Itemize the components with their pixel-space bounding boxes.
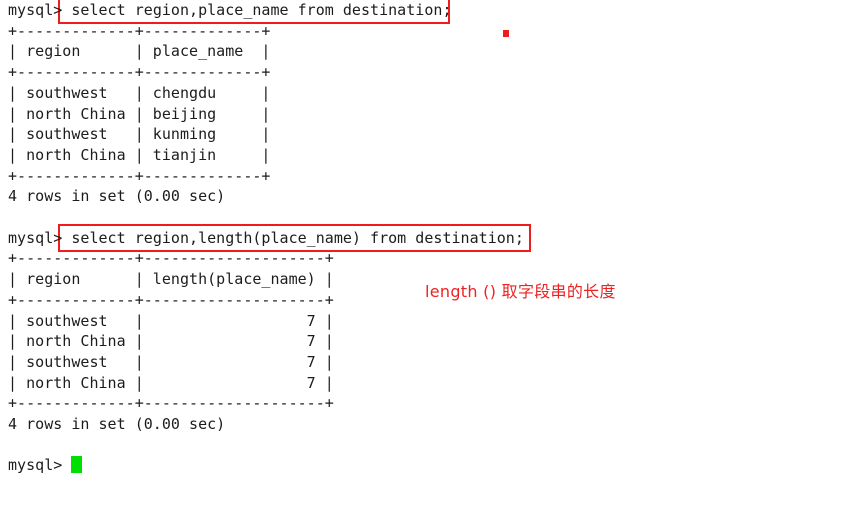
table-row: | southwest | 7 | [8,311,334,330]
terminal-prompt-line-2: mysql> select region,length(place_name) … [0,223,855,252]
table-row: | north China | 7 | [8,332,334,351]
text-cursor [71,456,83,474]
terminal-prompt-line-1: mysql> select region,place_name from des… [0,0,855,24]
table-row: | southwest | kunming | [8,125,271,144]
table-row: | north China | beijing | [8,104,271,123]
result-status-line: 4 rows in set (0.00 sec) [8,415,226,434]
prompt-symbol-3: mysql> [8,456,72,475]
table-row: | southwest | 7 | [8,352,334,371]
table-row: | north China | 7 | [8,373,334,392]
table-row: | north China | tianjin | [8,145,271,164]
red-dot-marker [503,30,509,37]
table-separator: +-------------+-------------+ [8,63,271,82]
prompt-symbol-2: mysql> [8,228,72,247]
prompt-symbol-1: mysql> [8,1,72,19]
table-row: | southwest | chengdu | [8,83,271,102]
table-separator: +-------------+--------------------+ [8,394,334,413]
table-separator: +-------------+-------------+ [8,21,271,40]
table-separator: +-------------+--------------------+ [8,249,334,268]
mysql-terminal: mysql> select region,place_name from des… [0,0,855,514]
sql-command-2[interactable]: select region,length(place_name) from de… [71,229,524,247]
sql-command-1[interactable]: select region,place_name from destinatio… [71,1,451,19]
terminal-prompt-line-active[interactable]: mysql> [0,455,855,476]
table-separator: +-------------+-------------+ [8,166,271,185]
table-header-row: | region | place_name | [8,42,271,61]
annotation-length-note: length () 取字段串的长度 [425,282,616,301]
result-status-line: 4 rows in set (0.00 sec) [8,187,226,206]
